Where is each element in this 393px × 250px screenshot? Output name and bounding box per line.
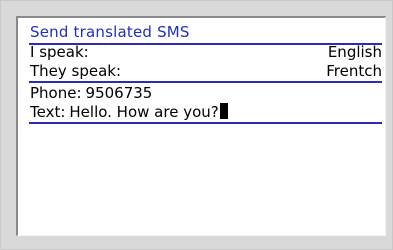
phone-line: Phone: 9506735 xyxy=(30,84,152,103)
phone-input[interactable]: 9506735 xyxy=(86,84,153,102)
message-text-input[interactable]: Hello. How are you? xyxy=(69,103,218,121)
they-speak-field[interactable]: They speak: Frentch xyxy=(29,62,382,83)
they-speak-value[interactable]: Frentch xyxy=(326,62,382,81)
message-text-field[interactable]: Text: Hello. How are you? xyxy=(29,103,382,124)
phone-label: Phone: xyxy=(30,84,82,102)
device-frame: Send translated SMS I speak: English The… xyxy=(0,0,393,250)
i-speak-label: I speak: xyxy=(30,43,89,61)
they-speak-label: They speak: xyxy=(30,62,122,80)
text-line: Text: Hello. How are you? xyxy=(30,103,228,122)
phone-field[interactable]: Phone: 9506735 xyxy=(29,84,382,103)
text-label: Text: xyxy=(30,103,66,121)
screen-title: Send translated SMS xyxy=(30,23,190,41)
text-cursor xyxy=(219,103,228,119)
app-screen: Send translated SMS I speak: English The… xyxy=(16,16,386,236)
title-bar: Send translated SMS xyxy=(29,22,382,45)
i-speak-value[interactable]: English xyxy=(328,43,382,62)
i-speak-field[interactable]: I speak: English xyxy=(29,43,382,62)
